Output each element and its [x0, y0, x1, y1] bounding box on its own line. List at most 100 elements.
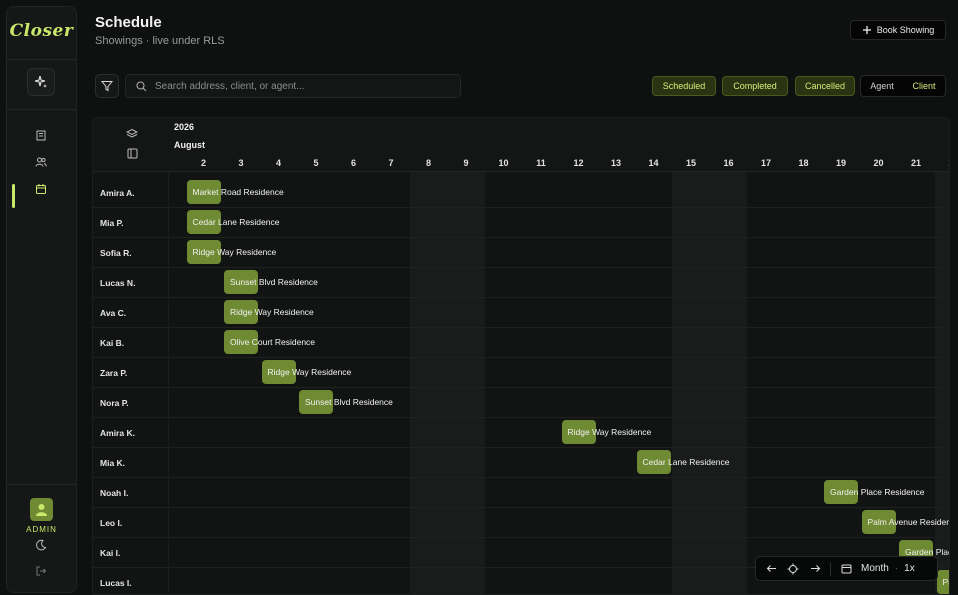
book-showing-button[interactable]: Book Showing [850, 20, 946, 40]
toggle-agent[interactable]: Agent [861, 76, 903, 96]
showing-event[interactable]: Ridge Way Residence [186, 240, 276, 264]
arrow-left-icon [766, 565, 776, 572]
showing-event-label: Sunset Blvd Residence [230, 277, 318, 287]
app-logo[interactable]: Closer [7, 21, 76, 41]
row-client-name: Kai B. [100, 338, 125, 348]
timeline-month: August [174, 140, 205, 150]
ai-assistant-button[interactable] [27, 68, 55, 96]
panel-toggle[interactable] [126, 147, 138, 159]
day-label: 8 [425, 158, 431, 168]
showing-event-label: Ridge Way Residence [230, 307, 314, 317]
showing-event[interactable]: Market Road Residence [186, 180, 284, 204]
search-icon [136, 80, 147, 91]
showing-event-label: Cedar Lane Residence [192, 217, 280, 227]
logout-button[interactable] [34, 564, 48, 578]
showing-event[interactable]: Sunset Blvd Residence [299, 390, 393, 414]
filter-completed[interactable]: Completed [722, 76, 788, 96]
sparkle-icon [34, 75, 47, 88]
day-label: 22 [944, 158, 949, 168]
building-icon [36, 130, 46, 141]
search-box[interactable] [125, 74, 461, 98]
showing-event[interactable]: Cedar Lane Residence [186, 210, 279, 234]
day-label: 16 [723, 158, 734, 168]
showing-event[interactable]: Olive Court Residence [224, 330, 315, 354]
showing-event-label: Cedar Lane Residence [642, 457, 730, 467]
day-label: 12 [573, 158, 584, 168]
row-client-name: Amira K. [100, 428, 135, 438]
day-label: 7 [388, 158, 394, 168]
row-client-name: Lucas N. [100, 278, 136, 288]
range-value[interactable]: Month [861, 563, 889, 574]
table-row: Sofia R. Ridge Way Residence [93, 238, 949, 268]
filter-scheduled[interactable]: Scheduled [652, 76, 716, 96]
layers-toggle[interactable] [126, 128, 138, 140]
showing-event[interactable]: Ridge Way Residence [561, 420, 651, 444]
showing-event-label: Palm Avenue Residence [942, 577, 950, 587]
search-input[interactable] [155, 80, 445, 92]
day-label: 3 [238, 158, 244, 168]
view-toggle: Agent Client [860, 75, 946, 97]
table-row: Amira K. Ridge Way Residence [93, 418, 949, 448]
row-client-name: Sofia R. [100, 248, 132, 258]
row-client-name: Amira A. [100, 188, 135, 198]
showing-event-label: Olive Court Residence [230, 337, 316, 347]
schedule-timeline: 2026 August 2 3 4 5 6 7 8 9 10 11 12 13 14 15 16 17 18 19… [92, 117, 950, 595]
table-row: Kai B. Olive Court Residence [93, 328, 949, 358]
range-picker-button[interactable] [835, 558, 857, 580]
active-nav-indicator [12, 184, 15, 208]
showing-event[interactable]: Palm Avenue Residence [936, 570, 950, 594]
table-row: Zara P. Ridge Way Residence [93, 358, 949, 388]
theme-toggle[interactable] [34, 538, 48, 552]
filter-cancelled[interactable]: Cancelled [795, 76, 855, 96]
showing-event[interactable]: Garden Place Residence [824, 480, 925, 504]
sidebar-item-clients[interactable] [34, 155, 48, 169]
day-label: 4 [275, 158, 281, 168]
divider [830, 561, 831, 576]
timeline-year: 2026 [174, 122, 195, 132]
showing-event-label: Ridge Way Residence [567, 427, 652, 437]
showing-event-label: Garden Place Residence [830, 487, 925, 497]
sidebar-divider [7, 59, 76, 60]
avatar[interactable] [30, 498, 53, 521]
sidebar-divider [7, 484, 76, 485]
toggle-client[interactable]: Client [903, 76, 945, 96]
crosshair-icon [787, 563, 799, 574]
arrow-right-icon [810, 565, 820, 572]
panel-icon [127, 148, 137, 158]
table-row: Mia P. Cedar Lane Residence [93, 208, 949, 238]
plus-icon [862, 26, 871, 34]
row-client-name: Lucas I. [100, 578, 132, 588]
day-label: 15 [685, 158, 696, 168]
showing-event[interactable]: Ridge Way Residence [224, 300, 314, 324]
table-row: Leo I. Palm Avenue Residence [93, 508, 949, 538]
showing-event[interactable]: Palm Avenue Residence [861, 510, 949, 534]
showing-event[interactable]: Ridge Way Residence [261, 360, 351, 384]
filter-button[interactable] [95, 74, 119, 98]
next-button[interactable] [804, 558, 826, 580]
day-label: 2 [200, 158, 206, 168]
showing-event[interactable]: Sunset Blvd Residence [224, 270, 318, 294]
showing-event[interactable]: Cedar Lane Residence [636, 450, 729, 474]
recenter-button[interactable] [782, 558, 804, 580]
table-row: Noah I. Garden Place Residence [93, 478, 949, 508]
page-title: Schedule [95, 14, 162, 31]
showing-event-label: Market Road Residence [192, 187, 284, 197]
day-label: 11 [536, 158, 546, 168]
table-row: Lucas N. Sunset Blvd Residence [93, 268, 949, 298]
sidebar-item-listings[interactable] [34, 128, 48, 142]
user-avatar-icon [36, 504, 47, 516]
prev-button[interactable] [760, 558, 782, 580]
filter-icon [101, 81, 113, 92]
timeline-header: 2026 August 2 3 4 5 6 7 8 9 10 11 12 13 14 15 16 17 18 19… [93, 118, 949, 172]
table-row: Mia K. Cedar Lane Residence [93, 448, 949, 478]
table-row: Nora P. Sunset Blvd Residence [93, 388, 949, 418]
day-label: 18 [798, 158, 809, 168]
calendar-icon [36, 184, 46, 194]
row-client-name: Kai I. [100, 548, 121, 558]
zoom-value[interactable]: 1x [904, 563, 915, 574]
showing-event-label: Sunset Blvd Residence [305, 397, 393, 407]
role-label: ADMIN [26, 525, 57, 534]
sidebar-item-schedule[interactable] [34, 182, 48, 196]
day-label: 6 [350, 158, 356, 168]
layers-icon [126, 128, 138, 138]
